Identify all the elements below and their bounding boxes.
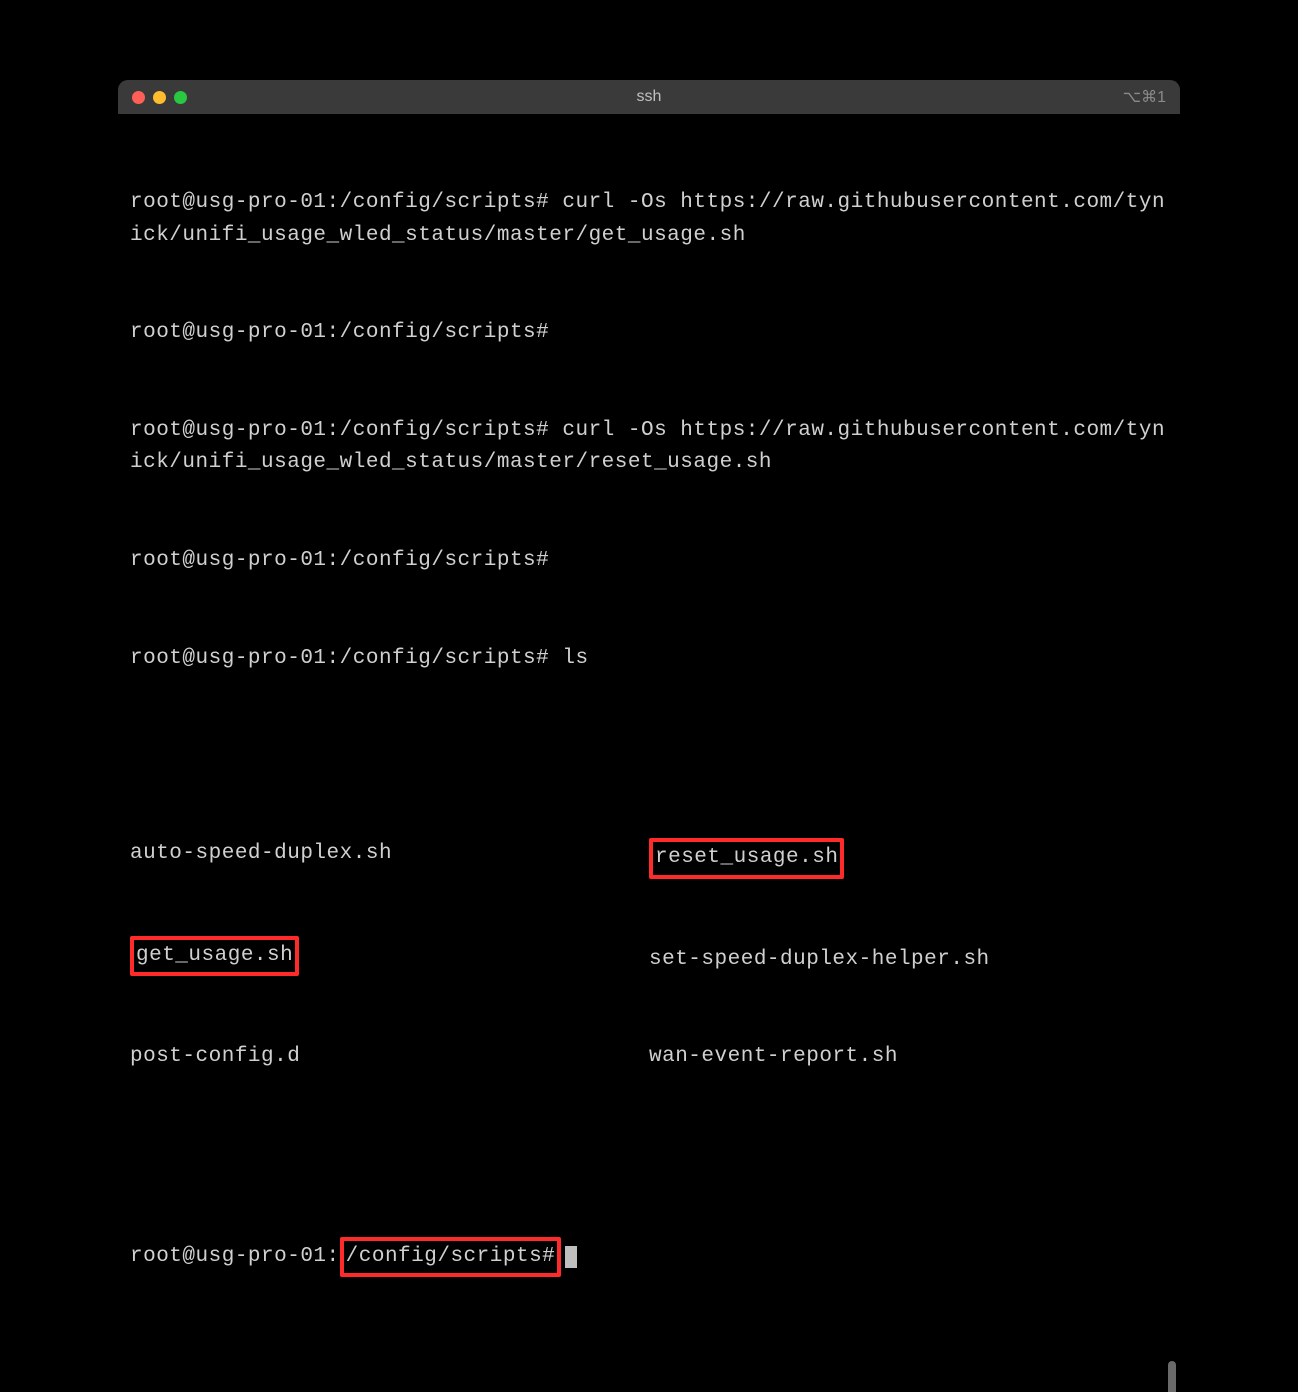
scrollbar-thumb[interactable] — [1168, 1361, 1176, 1392]
terminal-line: root@usg-pro-01:/config/scripts# curl -O… — [130, 187, 1168, 252]
prompt: root@usg-pro-01:/config/scripts# — [130, 321, 549, 344]
terminal-body[interactable]: root@usg-pro-01:/config/scripts# curl -O… — [118, 114, 1180, 1392]
terminal-line: root@usg-pro-01:/config/scripts# ls — [130, 643, 1168, 676]
zoom-icon[interactable] — [174, 91, 187, 104]
ls-entry-highlight: reset_usage.sh — [649, 838, 1168, 879]
close-icon[interactable] — [132, 91, 145, 104]
highlight-path: /config/scripts# — [340, 1237, 562, 1278]
ls-entry-highlight: get_usage.sh — [130, 936, 649, 977]
ls-output: auto-speed-duplex.sh get_usage.sh post-c… — [130, 773, 1168, 1139]
prompt: root@usg-pro-01:/config/scripts# — [130, 647, 549, 670]
ls-column-1: auto-speed-duplex.sh get_usage.sh post-c… — [130, 773, 649, 1139]
window-title: ssh — [637, 88, 662, 106]
terminal-window: ssh ⌥⌘1 root@usg-pro-01:/config/scripts#… — [118, 80, 1180, 1392]
window-shortcut-hint: ⌥⌘1 — [1123, 87, 1166, 107]
prompt: root@usg-pro-01:/config/scripts# — [130, 549, 549, 572]
minimize-icon[interactable] — [153, 91, 166, 104]
cursor-icon — [565, 1246, 577, 1268]
highlight-getusage: get_usage.sh — [130, 936, 299, 977]
traffic-lights — [132, 91, 187, 104]
highlight-resetusage: reset_usage.sh — [649, 838, 844, 879]
prompt: root@usg-pro-01:/config/scripts# — [130, 191, 549, 214]
ls-column-2: reset_usage.sh set-speed-duplex-helper.s… — [649, 773, 1168, 1139]
command-text: ls — [562, 647, 588, 670]
terminal-line: root@usg-pro-01:/config/scripts# curl -O… — [130, 415, 1168, 480]
terminal-line: root@usg-pro-01:/config/scripts# — [130, 317, 1168, 350]
ls-entry: auto-speed-duplex.sh — [130, 838, 649, 871]
prompt-prefix: root@usg-pro-01: — [130, 1245, 340, 1268]
titlebar[interactable]: ssh ⌥⌘1 — [118, 80, 1180, 114]
terminal-line-current: root@usg-pro-01:/config/scripts# — [130, 1237, 1168, 1278]
terminal-line: root@usg-pro-01:/config/scripts# — [130, 545, 1168, 578]
ls-entry: wan-event-report.sh — [649, 1041, 1168, 1074]
ls-entry: post-config.d — [130, 1041, 649, 1074]
ls-entry: set-speed-duplex-helper.sh — [649, 944, 1168, 977]
prompt: root@usg-pro-01:/config/scripts# — [130, 419, 549, 442]
